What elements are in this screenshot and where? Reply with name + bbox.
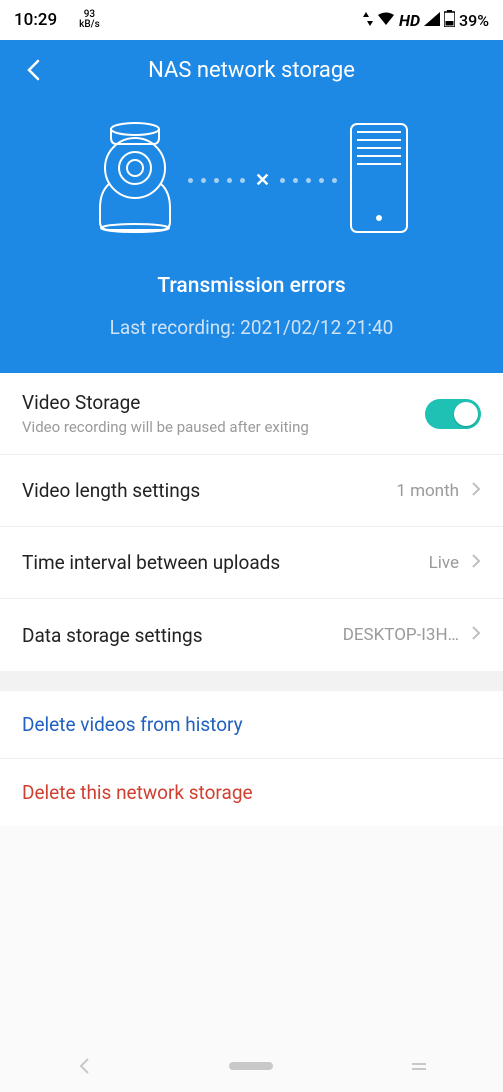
delete-storage-button[interactable]: Delete this network storage <box>0 759 503 826</box>
data-storage-row[interactable]: Data storage settings DESKTOP-I3H… <box>0 599 503 671</box>
android-nav-bar <box>0 1040 503 1092</box>
signal-icon <box>424 11 440 30</box>
nav-home-button[interactable] <box>221 1052 281 1080</box>
camera-icon <box>92 122 178 238</box>
error-x-icon: ✕ <box>255 170 270 191</box>
battery-percent: 39% <box>459 11 489 30</box>
video-storage-row: Video Storage Video recording will be pa… <box>0 373 503 455</box>
video-length-row[interactable]: Video length settings 1 month <box>0 455 503 527</box>
chevron-right-icon <box>471 625 481 645</box>
back-button[interactable] <box>18 55 48 85</box>
clock: 10:29 <box>14 10 57 30</box>
nas-icon <box>347 122 411 238</box>
header: NAS network storage ✕ <box>0 40 503 373</box>
transmission-status: Transmission errors <box>0 274 503 298</box>
nav-back-button[interactable] <box>54 1052 114 1080</box>
data-icon <box>363 11 373 30</box>
video-length-value: 1 month <box>396 481 459 501</box>
network-speed: 93 kB/s <box>79 10 100 30</box>
time-interval-row[interactable]: Time interval between uploads Live <box>0 527 503 599</box>
data-storage-value: DESKTOP-I3H… <box>343 625 459 645</box>
battery-icon <box>444 10 455 31</box>
video-storage-toggle[interactable] <box>425 399 481 429</box>
delete-history-button[interactable]: Delete videos from history <box>0 691 503 759</box>
connection-diagram: ✕ <box>0 100 503 268</box>
nav-recent-button[interactable] <box>389 1052 449 1080</box>
chevron-right-icon <box>471 553 481 573</box>
section-gap <box>0 671 503 691</box>
wifi-icon <box>377 11 395 30</box>
time-interval-value: Live <box>429 553 459 573</box>
video-storage-title: Video Storage <box>22 391 425 414</box>
page-title: NAS network storage <box>48 58 455 83</box>
last-recording: Last recording: 2021/02/12 21:40 <box>0 316 503 339</box>
android-status-bar: 10:29 93 kB/s HD 39% <box>0 0 503 40</box>
status-icons: HD 39% <box>363 10 489 31</box>
hd-label: HD <box>399 11 420 30</box>
video-storage-subtitle: Video recording will be paused after exi… <box>22 418 425 436</box>
connection-dots: ✕ <box>188 170 337 191</box>
settings-section: Video Storage Video recording will be pa… <box>0 373 503 671</box>
chevron-right-icon <box>471 481 481 501</box>
